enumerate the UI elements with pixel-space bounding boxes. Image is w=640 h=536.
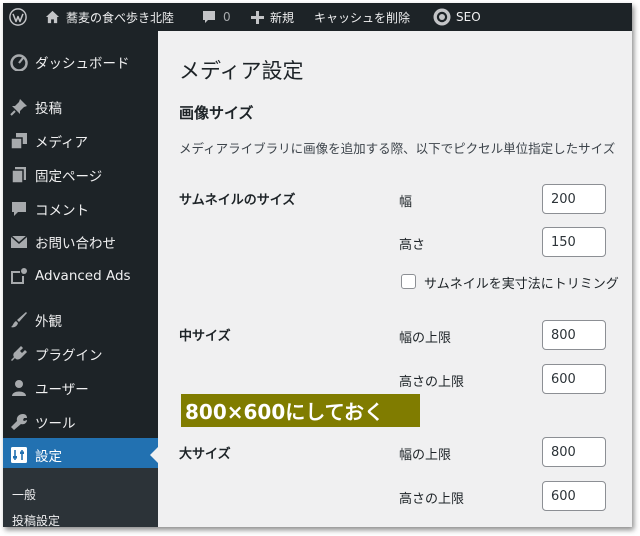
- sidebar-item-posts[interactable]: 投稿: [3, 90, 158, 124]
- sidebar-label-pages: 固定ページ: [35, 169, 103, 185]
- comments-count: 0: [223, 10, 231, 24]
- wordpress-logo-icon[interactable]: [9, 3, 27, 31]
- wrench-icon: [9, 412, 29, 432]
- sidebar-item-media[interactable]: メディア: [3, 124, 158, 158]
- home-icon: [45, 10, 60, 24]
- plus-icon: [251, 10, 264, 24]
- sidebar-label-settings: 設定: [35, 449, 62, 465]
- sidebar-item-tools[interactable]: ツール: [3, 405, 158, 439]
- thumbnail-width-label: 幅: [399, 195, 413, 210]
- comments-link[interactable]: 0: [202, 3, 231, 31]
- main-content: メディア設定 画像サイズ メディアライブラリに画像を追加する際、以下でピクセル単…: [158, 31, 632, 527]
- sidebar-item-dashboard[interactable]: ダッシュボード: [3, 45, 158, 79]
- sidebar-item-pages[interactable]: 固定ページ: [3, 158, 158, 192]
- sidebar-label-appearance: 外観: [35, 314, 62, 330]
- site-name: 蕎麦の食べ歩き北陸: [66, 10, 175, 25]
- seo-label: SEO: [456, 10, 481, 24]
- annotation-text: 800×600にしておく: [185, 400, 385, 424]
- thumbnail-width-input[interactable]: [542, 184, 606, 214]
- thumbnail-height-input[interactable]: [542, 227, 606, 257]
- clear-cache-link[interactable]: キャッシュを削除: [314, 3, 410, 31]
- user-icon: [9, 378, 29, 398]
- medium-width-label: 幅の上限: [399, 331, 452, 346]
- sidebar-label-posts: 投稿: [35, 101, 62, 117]
- screen-frame: 蕎麦の食べ歩き北陸 0 新規 キャッシュを削除 SEO ダッシュボード 投稿 メ…: [3, 3, 632, 527]
- medium-height-label: 高さの上限: [399, 375, 465, 390]
- clear-cache-label: キャッシュを削除: [314, 10, 411, 25]
- admin-bar: 蕎麦の食べ歩き北陸 0 新規 キャッシュを削除 SEO: [3, 3, 632, 31]
- sidebar-label-dashboard: ダッシュボード: [35, 56, 130, 72]
- large-width-label: 幅の上限: [399, 448, 452, 463]
- comment-icon: [9, 199, 29, 219]
- sidebar-label-tools: ツール: [35, 416, 76, 432]
- annotation-callout: 800×600にしておく: [181, 394, 420, 427]
- admin-sidebar: ダッシュボード 投稿 メディア 固定ページ コメント お問い合わせ Advanc…: [3, 31, 158, 527]
- new-content-link[interactable]: 新規: [251, 3, 294, 31]
- sidebar-label-media: メディア: [35, 135, 89, 151]
- sidebar-label-plugins: プラグイン: [35, 348, 103, 364]
- submenu-item-writing[interactable]: 投稿設定: [12, 512, 60, 527]
- large-width-input[interactable]: [542, 437, 606, 467]
- brush-icon: [9, 310, 29, 330]
- advanced-ads-icon: [9, 266, 29, 286]
- comment-bubble-icon: [202, 10, 216, 24]
- medium-height-input[interactable]: [542, 364, 606, 394]
- section-title: 画像サイズ: [179, 104, 254, 122]
- new-label: 新規: [270, 10, 295, 25]
- sidebar-item-plugins[interactable]: プラグイン: [3, 337, 158, 371]
- settings-submenu: 一般 投稿設定: [3, 468, 158, 527]
- page-title: メディア設定: [179, 59, 304, 83]
- medium-width-input[interactable]: [542, 320, 606, 350]
- sidebar-label-contact: お問い合わせ: [35, 236, 116, 252]
- large-height-input[interactable]: [542, 481, 606, 511]
- sidebar-label-comments: コメント: [35, 203, 89, 219]
- pushpin-icon: [9, 97, 29, 117]
- plugin-icon: [9, 344, 29, 364]
- large-height-label: 高さの上限: [399, 492, 465, 507]
- sidebar-item-appearance[interactable]: 外観: [3, 303, 158, 337]
- medium-size-label: 中サイズ: [179, 329, 231, 344]
- page-icon: [9, 165, 29, 185]
- sidebar-item-users[interactable]: ユーザー: [3, 371, 158, 405]
- sidebar-item-advanced-ads[interactable]: Advanced Ads: [3, 259, 158, 293]
- mail-icon: [9, 232, 29, 252]
- large-size-label: 大サイズ: [179, 447, 231, 462]
- thumbnail-crop-checkbox[interactable]: [401, 274, 416, 289]
- sidebar-item-settings[interactable]: 設定: [3, 438, 158, 472]
- thumbnail-crop-label: サムネイルを実寸法にトリミング: [424, 277, 619, 292]
- sidebar-item-comments[interactable]: コメント: [3, 192, 158, 226]
- section-description: メディアライブラリに画像を追加する際、以下でピクセル単位指定したサイズ: [179, 141, 616, 156]
- settings-icon: [9, 445, 29, 465]
- thumbnail-size-label: サムネイルのサイズ: [179, 193, 296, 208]
- thumbnail-height-label: 高さ: [399, 238, 426, 253]
- sidebar-item-contact[interactable]: お問い合わせ: [3, 225, 158, 259]
- media-icon: [9, 131, 29, 151]
- seo-menu-link[interactable]: SEO: [433, 3, 481, 31]
- dashboard-icon: [9, 52, 29, 72]
- submenu-item-general[interactable]: 一般: [12, 486, 36, 503]
- sidebar-label-advanced-ads: Advanced Ads: [35, 268, 131, 284]
- seo-gear-icon: [433, 8, 451, 26]
- site-name-link[interactable]: 蕎麦の食べ歩き北陸: [45, 3, 174, 31]
- sidebar-label-users: ユーザー: [35, 382, 89, 398]
